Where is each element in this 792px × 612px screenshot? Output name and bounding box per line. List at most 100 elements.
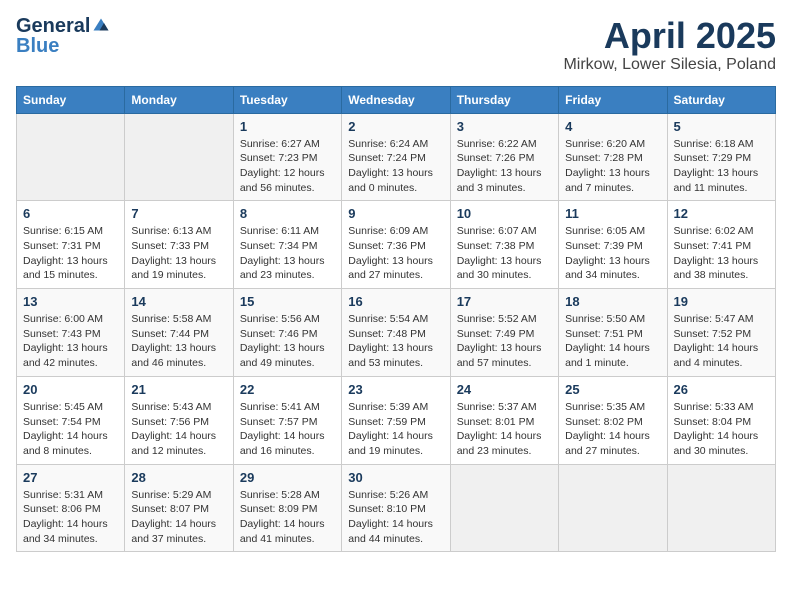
- title-block: April 2025 Mirkow, Lower Silesia, Poland: [563, 16, 776, 74]
- day-info: Sunrise: 6:00 AM Sunset: 7:43 PM Dayligh…: [23, 312, 118, 371]
- day-info: Sunrise: 5:31 AM Sunset: 8:06 PM Dayligh…: [23, 488, 118, 547]
- calendar-day-cell: 29Sunrise: 5:28 AM Sunset: 8:09 PM Dayli…: [233, 464, 341, 552]
- day-number: 27: [23, 470, 118, 485]
- day-number: 21: [131, 382, 226, 397]
- title-month: April 2025: [563, 16, 776, 56]
- day-number: 12: [674, 206, 769, 221]
- day-number: 7: [131, 206, 226, 221]
- day-number: 30: [348, 470, 443, 485]
- day-number: 25: [565, 382, 660, 397]
- calendar-day-cell: 9 Sunrise: 6:09 AM Sunset: 7:36 PM Daylig…: [342, 201, 450, 289]
- day-info: Sunrise: 5:47 AM Sunset: 7:52 PM Dayligh…: [674, 312, 769, 371]
- calendar-day-cell: 11 Sunrise: 6:05 AM Sunset: 7:39 PM Dayli…: [559, 201, 667, 289]
- calendar-day-cell: 21 Sunrise: 5:43 AM Sunset: 7:56 PM Dayli…: [125, 376, 233, 464]
- day-info: Sunrise: 6:09 AM Sunset: 7:36 PM Dayligh…: [348, 224, 443, 283]
- day-info: Sunrise: 6:24 AM Sunset: 7:24 PM Dayligh…: [348, 137, 443, 196]
- day-number: 13: [23, 294, 118, 309]
- day-info: Sunrise: 5:41 AM Sunset: 7:57 PM Dayligh…: [240, 400, 335, 459]
- calendar-table: SundayMondayTuesdayWednesdayThursdayFrid…: [16, 86, 776, 553]
- day-number: 17: [457, 294, 552, 309]
- calendar-week-row: 1 Sunrise: 6:27 AM Sunset: 7:23 PM Daylig…: [17, 113, 776, 201]
- day-number: 28: [131, 470, 226, 485]
- calendar-day-cell: 24 Sunrise: 5:37 AM Sunset: 8:01 PM Dayli…: [450, 376, 558, 464]
- day-info: Sunrise: 5:26 AM Sunset: 8:10 PM Dayligh…: [348, 488, 443, 547]
- weekday-header-friday: Friday: [559, 86, 667, 113]
- calendar-day-cell: 2 Sunrise: 6:24 AM Sunset: 7:24 PM Daylig…: [342, 113, 450, 201]
- weekday-header-tuesday: Tuesday: [233, 86, 341, 113]
- day-number: 26: [674, 382, 769, 397]
- title-location: Mirkow, Lower Silesia, Poland: [563, 56, 776, 74]
- page-header: General Blue April 2025 Mirkow, Lower Si…: [16, 16, 776, 74]
- day-info: Sunrise: 5:56 AM Sunset: 7:46 PM Dayligh…: [240, 312, 335, 371]
- day-info: Sunrise: 5:58 AM Sunset: 7:44 PM Dayligh…: [131, 312, 226, 371]
- day-number: 10: [457, 206, 552, 221]
- logo-icon: [92, 17, 110, 35]
- calendar-day-cell: 17 Sunrise: 5:52 AM Sunset: 7:49 PM Dayli…: [450, 289, 558, 377]
- calendar-day-cell: 3 Sunrise: 6:22 AM Sunset: 7:26 PM Daylig…: [450, 113, 558, 201]
- calendar-day-cell: 15 Sunrise: 5:56 AM Sunset: 7:46 PM Dayli…: [233, 289, 341, 377]
- day-info: Sunrise: 6:18 AM Sunset: 7:29 PM Dayligh…: [674, 137, 769, 196]
- calendar-day-cell: 14 Sunrise: 5:58 AM Sunset: 7:44 PM Dayli…: [125, 289, 233, 377]
- day-info: Sunrise: 5:43 AM Sunset: 7:56 PM Dayligh…: [131, 400, 226, 459]
- day-info: Sunrise: 5:37 AM Sunset: 8:01 PM Dayligh…: [457, 400, 552, 459]
- day-info: Sunrise: 6:11 AM Sunset: 7:34 PM Dayligh…: [240, 224, 335, 283]
- calendar-day-cell: 7 Sunrise: 6:13 AM Sunset: 7:33 PM Daylig…: [125, 201, 233, 289]
- day-number: 9: [348, 206, 443, 221]
- day-number: 11: [565, 206, 660, 221]
- day-number: 3: [457, 119, 552, 134]
- day-number: 1: [240, 119, 335, 134]
- day-number: 8: [240, 206, 335, 221]
- calendar-day-cell: 1 Sunrise: 6:27 AM Sunset: 7:23 PM Daylig…: [233, 113, 341, 201]
- day-info: Sunrise: 6:27 AM Sunset: 7:23 PM Dayligh…: [240, 137, 335, 196]
- weekday-header-wednesday: Wednesday: [342, 86, 450, 113]
- calendar-day-cell: [17, 113, 125, 201]
- day-info: Sunrise: 6:05 AM Sunset: 7:39 PM Dayligh…: [565, 224, 660, 283]
- calendar-week-row: 20Sunrise: 5:45 AM Sunset: 7:54 PM Dayli…: [17, 376, 776, 464]
- calendar-week-row: 27 Sunrise: 5:31 AM Sunset: 8:06 PM Dayli…: [17, 464, 776, 552]
- calendar-day-cell: 13 Sunrise: 6:00 AM Sunset: 7:43 PM Dayli…: [17, 289, 125, 377]
- day-info: Sunrise: 6:20 AM Sunset: 7:28 PM Dayligh…: [565, 137, 660, 196]
- calendar-day-cell: [667, 464, 775, 552]
- day-number: 16: [348, 294, 443, 309]
- logo-general: General: [16, 16, 90, 36]
- day-number: 24: [457, 382, 552, 397]
- day-info: Sunrise: 5:45 AM Sunset: 7:54 PM Dayligh…: [23, 400, 118, 459]
- day-info: Sunrise: 6:07 AM Sunset: 7:38 PM Dayligh…: [457, 224, 552, 283]
- day-number: 2: [348, 119, 443, 134]
- day-info: Sunrise: 6:02 AM Sunset: 7:41 PM Dayligh…: [674, 224, 769, 283]
- calendar-day-cell: 22 Sunrise: 5:41 AM Sunset: 7:57 PM Dayli…: [233, 376, 341, 464]
- calendar-day-cell: 25 Sunrise: 5:35 AM Sunset: 8:02 PM Dayli…: [559, 376, 667, 464]
- calendar-day-cell: 19 Sunrise: 5:47 AM Sunset: 7:52 PM Dayli…: [667, 289, 775, 377]
- calendar-day-cell: 16Sunrise: 5:54 AM Sunset: 7:48 PM Dayli…: [342, 289, 450, 377]
- calendar-day-cell: 5Sunrise: 6:18 AM Sunset: 7:29 PM Daylig…: [667, 113, 775, 201]
- weekday-header-saturday: Saturday: [667, 86, 775, 113]
- calendar-day-cell: [125, 113, 233, 201]
- weekday-header-thursday: Thursday: [450, 86, 558, 113]
- day-number: 4: [565, 119, 660, 134]
- day-number: 22: [240, 382, 335, 397]
- calendar-day-cell: 23Sunrise: 5:39 AM Sunset: 7:59 PM Dayli…: [342, 376, 450, 464]
- calendar-day-cell: 10 Sunrise: 6:07 AM Sunset: 7:38 PM Dayli…: [450, 201, 558, 289]
- day-info: Sunrise: 6:13 AM Sunset: 7:33 PM Dayligh…: [131, 224, 226, 283]
- weekday-header-sunday: Sunday: [17, 86, 125, 113]
- day-number: 15: [240, 294, 335, 309]
- day-info: Sunrise: 6:22 AM Sunset: 7:26 PM Dayligh…: [457, 137, 552, 196]
- calendar-day-cell: 27 Sunrise: 5:31 AM Sunset: 8:06 PM Dayli…: [17, 464, 125, 552]
- day-number: 6: [23, 206, 118, 221]
- day-number: 19: [674, 294, 769, 309]
- day-info: Sunrise: 5:52 AM Sunset: 7:49 PM Dayligh…: [457, 312, 552, 371]
- calendar-day-cell: 18Sunrise: 5:50 AM Sunset: 7:51 PM Dayli…: [559, 289, 667, 377]
- calendar-week-row: 13 Sunrise: 6:00 AM Sunset: 7:43 PM Dayli…: [17, 289, 776, 377]
- logo: General Blue: [16, 16, 110, 56]
- day-number: 14: [131, 294, 226, 309]
- logo-blue: Blue: [16, 36, 59, 56]
- day-info: Sunrise: 5:28 AM Sunset: 8:09 PM Dayligh…: [240, 488, 335, 547]
- calendar-week-row: 6Sunrise: 6:15 AM Sunset: 7:31 PM Daylig…: [17, 201, 776, 289]
- day-info: Sunrise: 5:50 AM Sunset: 7:51 PM Dayligh…: [565, 312, 660, 371]
- calendar-day-cell: 20Sunrise: 5:45 AM Sunset: 7:54 PM Dayli…: [17, 376, 125, 464]
- day-info: Sunrise: 5:35 AM Sunset: 8:02 PM Dayligh…: [565, 400, 660, 459]
- day-number: 23: [348, 382, 443, 397]
- calendar-day-cell: 8 Sunrise: 6:11 AM Sunset: 7:34 PM Daylig…: [233, 201, 341, 289]
- day-info: Sunrise: 5:29 AM Sunset: 8:07 PM Dayligh…: [131, 488, 226, 547]
- calendar-day-cell: [559, 464, 667, 552]
